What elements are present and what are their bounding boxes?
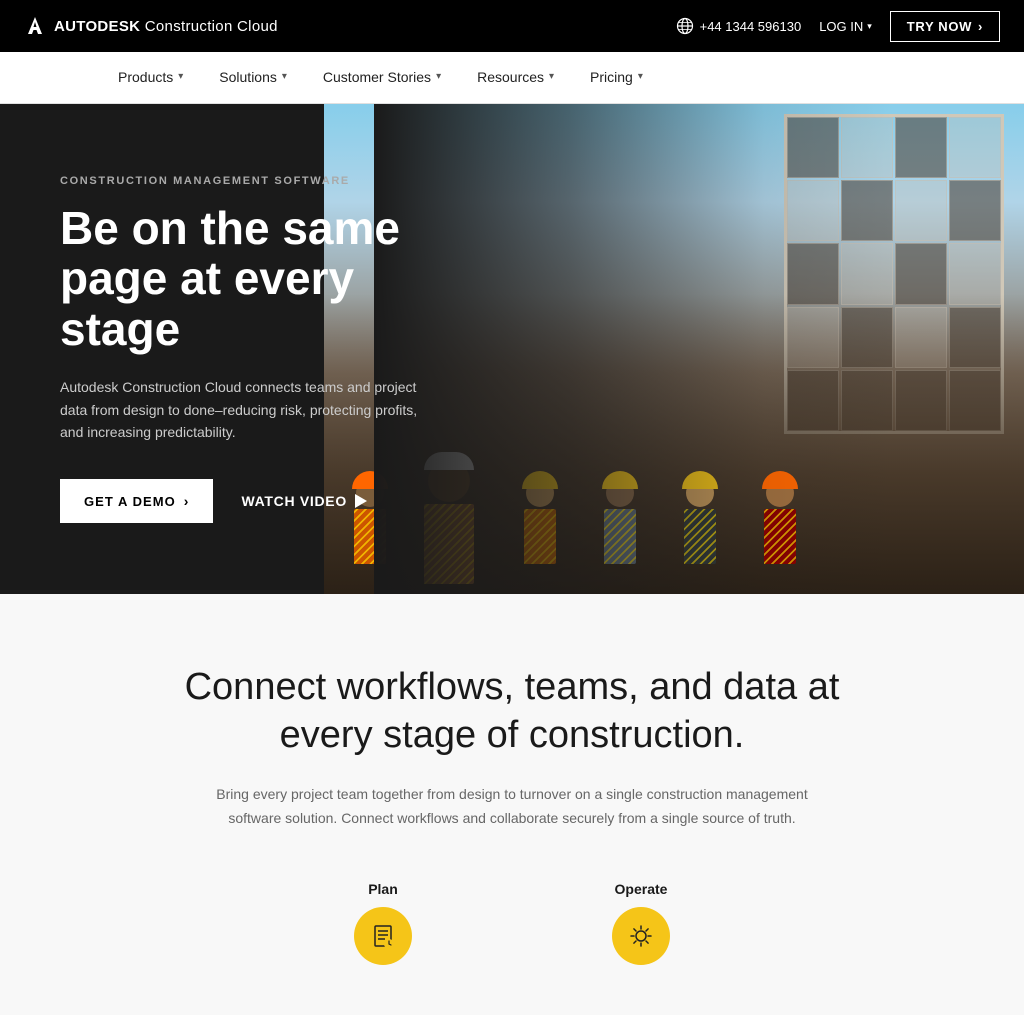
- play-icon: [355, 494, 367, 508]
- plan-label: Plan: [368, 881, 398, 897]
- phone-area: +44 1344 596130: [676, 17, 802, 35]
- chevron-down-icon: ▾: [282, 71, 287, 82]
- try-now-button[interactable]: TRY NOW ›: [890, 11, 1000, 42]
- hero-description: Autodesk Construction Cloud connects tea…: [60, 376, 440, 443]
- section-description: Bring every project team together from d…: [212, 783, 812, 831]
- logo[interactable]: AUTODESK Construction Cloud: [24, 15, 278, 37]
- nav-item-customer-stories[interactable]: Customer Stories ▾: [305, 52, 459, 104]
- nav-item-products[interactable]: Products ▾: [100, 52, 201, 104]
- arrow-right-icon: ›: [184, 493, 190, 509]
- chevron-down-icon: ▾: [549, 71, 554, 82]
- hero-label: CONSTRUCTION MANAGEMENT SOFTWARE: [60, 175, 470, 187]
- section-title: Connect workflows, teams, and data at ev…: [182, 664, 842, 759]
- chevron-right-icon: ›: [978, 19, 983, 34]
- get-demo-button[interactable]: GET A DEMO ›: [60, 479, 213, 523]
- phone-number: +44 1344 596130: [700, 19, 802, 34]
- nav-bar: Products ▾ Solutions ▾ Customer Stories …: [0, 52, 1024, 104]
- globe-icon: [676, 17, 694, 35]
- plan-icon-item: Plan: [354, 881, 412, 965]
- login-button[interactable]: LOG IN ▾: [819, 19, 872, 34]
- watch-video-button[interactable]: WATCH VIDEO: [241, 493, 366, 509]
- chevron-down-icon: ▾: [867, 21, 872, 32]
- chevron-down-icon: ▾: [436, 71, 441, 82]
- operate-icon: [627, 922, 655, 950]
- hero-content: CONSTRUCTION MANAGEMENT SOFTWARE Be on t…: [0, 104, 530, 594]
- below-hero-section: Connect workflows, teams, and data at ev…: [0, 594, 1024, 1015]
- operate-icon-circle: [612, 907, 670, 965]
- chevron-down-icon: ▾: [638, 71, 643, 82]
- logo-text: AUTODESK Construction Cloud: [54, 18, 278, 35]
- top-bar: AUTODESK Construction Cloud +44 1344 596…: [0, 0, 1024, 52]
- hero-section: CONSTRUCTION MANAGEMENT SOFTWARE Be on t…: [0, 104, 1024, 594]
- top-bar-right: +44 1344 596130 LOG IN ▾ TRY NOW ›: [676, 11, 1000, 42]
- nav-item-solutions[interactable]: Solutions ▾: [201, 52, 305, 104]
- nav-item-resources[interactable]: Resources ▾: [459, 52, 572, 104]
- icons-row: Plan Operate: [80, 881, 944, 965]
- operate-icon-item: Operate: [612, 881, 670, 965]
- plan-icon: [369, 922, 397, 950]
- hero-title: Be on the same page at every stage: [60, 203, 470, 355]
- plan-icon-circle: [354, 907, 412, 965]
- chevron-down-icon: ▾: [178, 71, 183, 82]
- autodesk-logo-icon: [24, 15, 46, 37]
- operate-label: Operate: [615, 881, 668, 897]
- hero-buttons: GET A DEMO › WATCH VIDEO: [60, 479, 470, 523]
- nav-item-pricing[interactable]: Pricing ▾: [572, 52, 661, 104]
